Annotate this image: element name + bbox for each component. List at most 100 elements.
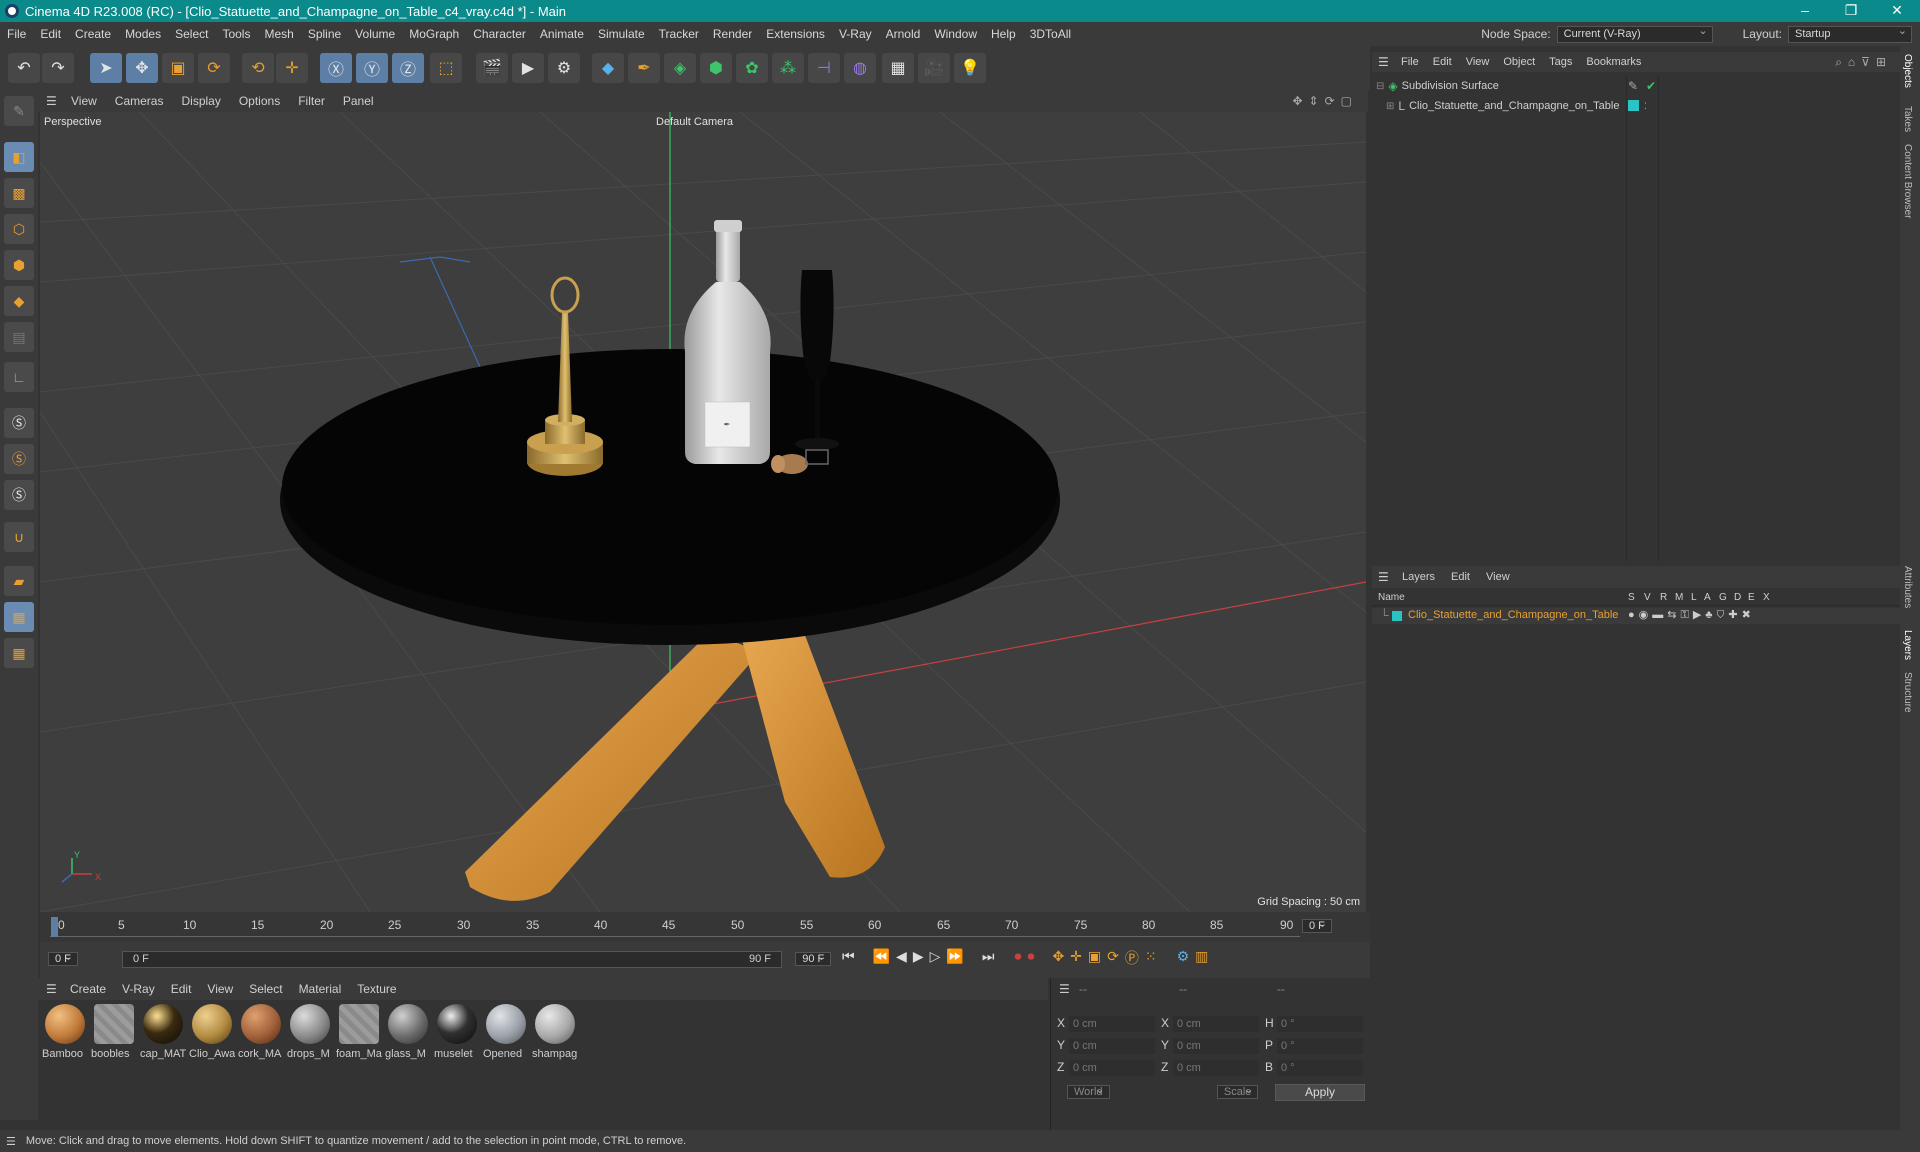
size-y-input[interactable]: 0 cm (1173, 1038, 1259, 1054)
undo-icon[interactable]: ↶ (8, 53, 40, 83)
menu-volume[interactable]: Volume (348, 27, 402, 41)
rotation-p-input[interactable]: 0 ° (1277, 1038, 1363, 1054)
menu-extensions[interactable]: Extensions (759, 27, 832, 41)
frame-range-slider[interactable]: 0 F 90 F (122, 951, 782, 968)
layer-flags-icons[interactable]: ●◉▬⇆⚿▶♣⛉✚✖ (1628, 608, 1755, 622)
next-frame-icon[interactable]: ▷ (930, 948, 941, 968)
material-item[interactable]: cap_MAT (140, 1004, 186, 1060)
material-item[interactable]: Clio_Awa (189, 1004, 235, 1060)
snap-icon[interactable]: Ⓢ (4, 408, 34, 438)
model-mode-icon[interactable]: ◧ (4, 142, 34, 172)
mat-menu-select[interactable]: Select (241, 982, 290, 996)
timeline-settings-icon[interactable]: ⚙ (1177, 948, 1190, 968)
material-item[interactable]: muselet (434, 1004, 480, 1060)
material-menu-hamburger-icon[interactable]: ☰ (46, 982, 62, 996)
scale-tool-icon[interactable]: ▣ (162, 53, 194, 83)
coords-menu-hamburger-icon[interactable]: ☰ (1059, 982, 1070, 996)
position-y-input[interactable]: 0 cm (1069, 1038, 1155, 1054)
obj-menu-view[interactable]: View (1459, 56, 1497, 68)
menu-render[interactable]: Render (706, 27, 759, 41)
viewport-menu-hamburger-icon[interactable]: ☰ (46, 94, 62, 108)
material-item[interactable]: shampag (532, 1004, 578, 1060)
key-rot-icon[interactable]: ⟳ (1107, 948, 1119, 968)
menu-animate[interactable]: Animate (533, 27, 591, 41)
material-item[interactable]: boobles (91, 1004, 137, 1060)
material-item[interactable]: glass_M (385, 1004, 431, 1060)
record-icon[interactable]: ⏺ (1014, 948, 1021, 968)
autokey-icon[interactable]: ⏺ (1027, 948, 1034, 968)
menu-edit[interactable]: Edit (33, 27, 68, 41)
material-item[interactable]: drops_M (287, 1004, 333, 1060)
obj-menu-file[interactable]: File (1394, 56, 1426, 68)
side-tab-content-browser[interactable]: Content Browser (1902, 144, 1913, 218)
material-item[interactable]: Bamboo (42, 1004, 88, 1060)
viewport-menu-options[interactable]: Options (230, 94, 289, 108)
3d-viewport[interactable]: ✒ Perspective Default Camera Y X Grid Sp… (40, 112, 1366, 912)
prev-key-icon[interactable]: ⏪ (873, 948, 890, 968)
uv-mode-icon[interactable]: ▤ (4, 322, 34, 352)
material-item[interactable]: foam_Ma (336, 1004, 382, 1060)
mat-menu-vray[interactable]: V-Ray (114, 982, 163, 996)
texture-mode-icon[interactable]: ▩ (4, 178, 34, 208)
snap-quantize-icon[interactable]: Ⓢ (4, 480, 34, 510)
timeline-window-icon[interactable]: ▥ (1195, 948, 1208, 968)
viewport-menu-view[interactable]: View (62, 94, 106, 108)
position-x-input[interactable]: 0 cm (1069, 1016, 1155, 1032)
size-x-input[interactable]: 0 cm (1173, 1016, 1259, 1032)
rotation-b-input[interactable]: 0 ° (1277, 1060, 1363, 1076)
mograph-cloner-icon[interactable]: ✿ (736, 53, 768, 83)
menu-arnold[interactable]: Arnold (879, 27, 928, 41)
object-search-icons[interactable]: ⌕⌂⊽⊞ (1835, 55, 1892, 70)
material-item[interactable]: cork_MA (238, 1004, 284, 1060)
redo-icon[interactable]: ↷ (42, 53, 74, 83)
edges-mode-icon[interactable]: ⬢ (4, 250, 34, 280)
side-tab-structure[interactable]: Structure (1902, 672, 1913, 713)
snap-settings-icon[interactable]: Ⓢ (4, 444, 34, 474)
extrude-icon[interactable]: ⬢ (700, 53, 732, 83)
layer-row[interactable]: └ Clio_Statuette_and_Champagne_on_Table … (1372, 608, 1900, 624)
minimize-icon[interactable]: – (1782, 0, 1828, 22)
coordinate-system-icon[interactable]: ⬚ (430, 53, 462, 83)
edit-toggle-icon[interactable]: ✎ (1628, 79, 1638, 93)
status-menu-icon[interactable]: ☰ (6, 1135, 16, 1148)
side-tab-objects[interactable]: Objects (1902, 54, 1913, 88)
menu-tools[interactable]: Tools (215, 27, 257, 41)
layout-dropdown[interactable]: Startup (1788, 24, 1912, 43)
visibility-dots-icon[interactable]: ⁚ (1644, 101, 1647, 112)
rotate-tool-icon[interactable]: ⟳ (198, 53, 230, 83)
timeline-ruler[interactable]: 0 5 10 15 20 25 30 35 40 45 50 55 60 65 … (40, 912, 1370, 942)
menu-spline[interactable]: Spline (301, 27, 348, 41)
camera-name-label[interactable]: Default Camera (656, 116, 733, 128)
layer-name[interactable]: Clio_Statuette_and_Champagne_on_Table (1408, 609, 1618, 621)
go-to-end-icon[interactable]: ⏭ (982, 948, 995, 968)
side-tab-attributes[interactable]: Attributes (1902, 566, 1913, 608)
layer-menu-edit[interactable]: Edit (1443, 571, 1478, 583)
tree-row-subdivision[interactable]: ⊟ ◈ Subdivision Surface ✎ ✔ (1376, 79, 1876, 93)
field-icon[interactable]: ◍ (844, 53, 876, 83)
start-frame-field[interactable]: 0 F (48, 952, 78, 966)
coord-system-dropdown[interactable]: World (1067, 1085, 1110, 1099)
position-z-input[interactable]: 0 cm (1069, 1060, 1155, 1076)
menu-mesh[interactable]: Mesh (257, 27, 300, 41)
obj-menu-bookmarks[interactable]: Bookmarks (1579, 56, 1648, 68)
side-tab-takes[interactable]: Takes (1902, 106, 1913, 132)
polygons-mode-icon[interactable]: ◆ (4, 286, 34, 316)
obj-menu-edit[interactable]: Edit (1426, 56, 1459, 68)
mat-menu-edit[interactable]: Edit (163, 982, 200, 996)
z-axis-lock-icon[interactable]: Ⓩ (392, 53, 424, 83)
workplane-lock-icon[interactable]: ▦ (4, 638, 34, 668)
live-selection-icon[interactable]: ⟲ (242, 53, 274, 83)
axis-mode-icon[interactable]: ∟ (4, 362, 34, 392)
subdivision-icon[interactable]: ◈ (664, 53, 696, 83)
mat-menu-create[interactable]: Create (62, 982, 114, 996)
floor-icon[interactable]: ▦ (882, 53, 914, 83)
menu-help[interactable]: Help (984, 27, 1023, 41)
restore-icon[interactable]: ❐ (1828, 0, 1874, 22)
viewport-menu-panel[interactable]: Panel (334, 94, 383, 108)
current-frame-field[interactable]: 0 F (1302, 919, 1332, 933)
obj-menu-tags[interactable]: Tags (1542, 56, 1579, 68)
playhead[interactable] (51, 917, 58, 937)
end-frame-field[interactable]: 90 F (795, 952, 832, 966)
layer-menu-hamburger-icon[interactable]: ☰ (1378, 570, 1394, 584)
select-tool-icon[interactable]: ➤ (90, 53, 122, 83)
